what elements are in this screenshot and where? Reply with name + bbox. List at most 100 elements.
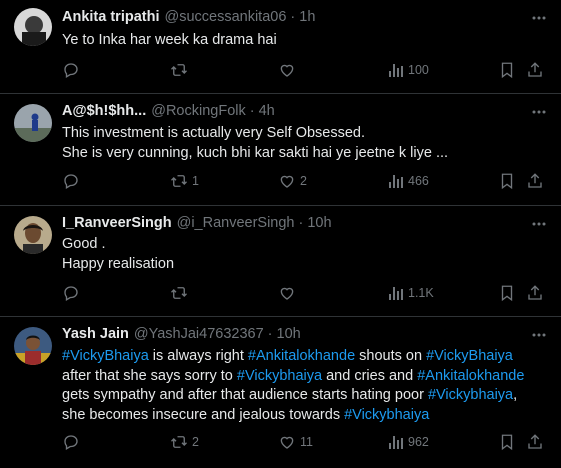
- hashtag-link[interactable]: #Ankitalokhande: [248, 348, 355, 364]
- text-segment: shouts on: [355, 348, 427, 364]
- reply-icon: [64, 63, 78, 78]
- separator-dot: ·: [290, 9, 296, 25]
- share-icon: [528, 434, 542, 449]
- like-button[interactable]: [278, 60, 300, 80]
- avatar[interactable]: [14, 8, 52, 46]
- views-button[interactable]: 1.1K: [388, 283, 434, 303]
- view-count: 100: [408, 63, 429, 77]
- view-count: 466: [408, 174, 429, 188]
- bookmark-button[interactable]: [498, 432, 516, 452]
- author-name[interactable]: Ankita tripathi: [62, 9, 159, 25]
- author-handle[interactable]: @i_RanveerSingh: [177, 215, 295, 231]
- tweet[interactable]: Ankita tripathi @successankita06 · 1h Ye…: [0, 0, 561, 94]
- tweet-text: This investment is actually very Self Ob…: [62, 125, 449, 161]
- hashtag-link[interactable]: #Ankitalokhande: [417, 368, 524, 384]
- reply-icon: [64, 286, 78, 301]
- share-button[interactable]: [526, 283, 544, 303]
- author-name[interactable]: I_RanveerSingh: [62, 215, 172, 231]
- reply-button[interactable]: [62, 171, 84, 191]
- view-count: 962: [408, 435, 429, 449]
- retweet-icon: [171, 436, 187, 448]
- hashtag-link[interactable]: #Vickybhaiya: [428, 387, 513, 403]
- action-bar: 1 2 466: [62, 171, 548, 191]
- text-segment: gets sympathy and after that audience st…: [62, 387, 424, 403]
- more-icon[interactable]: [529, 8, 549, 28]
- timestamp[interactable]: 1h: [299, 9, 315, 25]
- bookmark-button[interactable]: [498, 283, 516, 303]
- separator-dot: ·: [267, 326, 273, 342]
- views-button[interactable]: 100: [388, 60, 429, 80]
- more-icon[interactable]: [529, 214, 549, 234]
- action-bar: 1.1K: [62, 283, 548, 303]
- bookmark-icon: [501, 62, 513, 79]
- author-handle[interactable]: @YashJai47632367: [134, 326, 264, 342]
- like-button[interactable]: 2: [278, 171, 307, 191]
- heart-icon: [280, 64, 294, 77]
- retweet-count: 2: [192, 435, 199, 449]
- retweet-icon: [171, 287, 187, 299]
- share-icon: [528, 285, 542, 300]
- retweet-count: 1: [192, 174, 199, 188]
- views-icon: [389, 175, 403, 188]
- bookmark-icon: [501, 434, 513, 451]
- timestamp[interactable]: 10h: [277, 326, 301, 342]
- hashtag-link[interactable]: #Vickybhaiya: [344, 407, 429, 423]
- avatar[interactable]: [14, 216, 52, 254]
- avatar[interactable]: [14, 327, 52, 365]
- retweet-icon: [171, 64, 187, 76]
- more-icon[interactable]: [529, 325, 549, 345]
- like-count: 11: [300, 435, 313, 449]
- share-button[interactable]: [526, 60, 544, 80]
- retweet-button[interactable]: [170, 283, 192, 303]
- reply-button[interactable]: [62, 60, 84, 80]
- reply-button[interactable]: [62, 283, 84, 303]
- action-bar: 2 11 962: [62, 432, 548, 452]
- reply-button[interactable]: [62, 432, 84, 452]
- share-button[interactable]: [526, 171, 544, 191]
- views-icon: [389, 64, 403, 77]
- hashtag-link[interactable]: #Vickybhaiya: [237, 368, 322, 384]
- hashtag-link[interactable]: #VickyBhaiya: [62, 348, 149, 364]
- share-icon: [528, 62, 542, 77]
- views-icon: [389, 287, 403, 300]
- views-button[interactable]: 466: [388, 171, 429, 191]
- reply-icon: [64, 435, 78, 450]
- hashtag-link[interactable]: #VickyBhaiya: [426, 348, 513, 364]
- retweet-button[interactable]: 2: [170, 432, 199, 452]
- heart-icon: [280, 436, 294, 449]
- tweet-text: #VickyBhaiya is always right #Ankitalokh…: [62, 347, 557, 425]
- bookmark-button[interactable]: [498, 171, 516, 191]
- bookmark-icon: [501, 285, 513, 302]
- reply-icon: [64, 174, 78, 189]
- retweet-button[interactable]: 1: [170, 171, 199, 191]
- separator-dot: ·: [249, 103, 255, 119]
- tweet[interactable]: A@$h!$hh... @RockingFolk · 4h This inves…: [0, 94, 561, 206]
- view-count: 1.1K: [408, 286, 434, 300]
- author-handle[interactable]: @successankita06: [164, 9, 286, 25]
- tweet[interactable]: I_RanveerSingh @i_RanveerSingh · 10h Goo…: [0, 206, 561, 317]
- avatar[interactable]: [14, 104, 52, 142]
- tweet-text: Good . Happy realisation: [62, 236, 175, 272]
- heart-icon: [280, 175, 294, 188]
- more-icon[interactable]: [529, 102, 549, 122]
- author-name[interactable]: Yash Jain: [62, 326, 129, 342]
- share-icon: [528, 173, 542, 188]
- retweet-icon: [171, 175, 187, 187]
- like-count: 2: [300, 174, 307, 188]
- like-button[interactable]: 11: [278, 432, 313, 452]
- action-bar: 100: [62, 60, 548, 80]
- timestamp[interactable]: 10h: [307, 215, 331, 231]
- bookmark-button[interactable]: [498, 60, 516, 80]
- like-button[interactable]: [278, 283, 300, 303]
- share-button[interactable]: [526, 432, 544, 452]
- heart-icon: [280, 287, 294, 300]
- author-name[interactable]: A@$h!$hh...: [62, 103, 146, 119]
- views-button[interactable]: 962: [388, 432, 429, 452]
- author-handle[interactable]: @RockingFolk: [151, 103, 246, 119]
- tweet[interactable]: Yash Jain @YashJai47632367 · 10h #VickyB…: [0, 317, 561, 468]
- bookmark-icon: [501, 173, 513, 190]
- views-icon: [389, 436, 403, 449]
- tweet-text: Ye to Inka har week ka drama hai: [62, 32, 277, 48]
- timestamp[interactable]: 4h: [259, 103, 275, 119]
- retweet-button[interactable]: [170, 60, 192, 80]
